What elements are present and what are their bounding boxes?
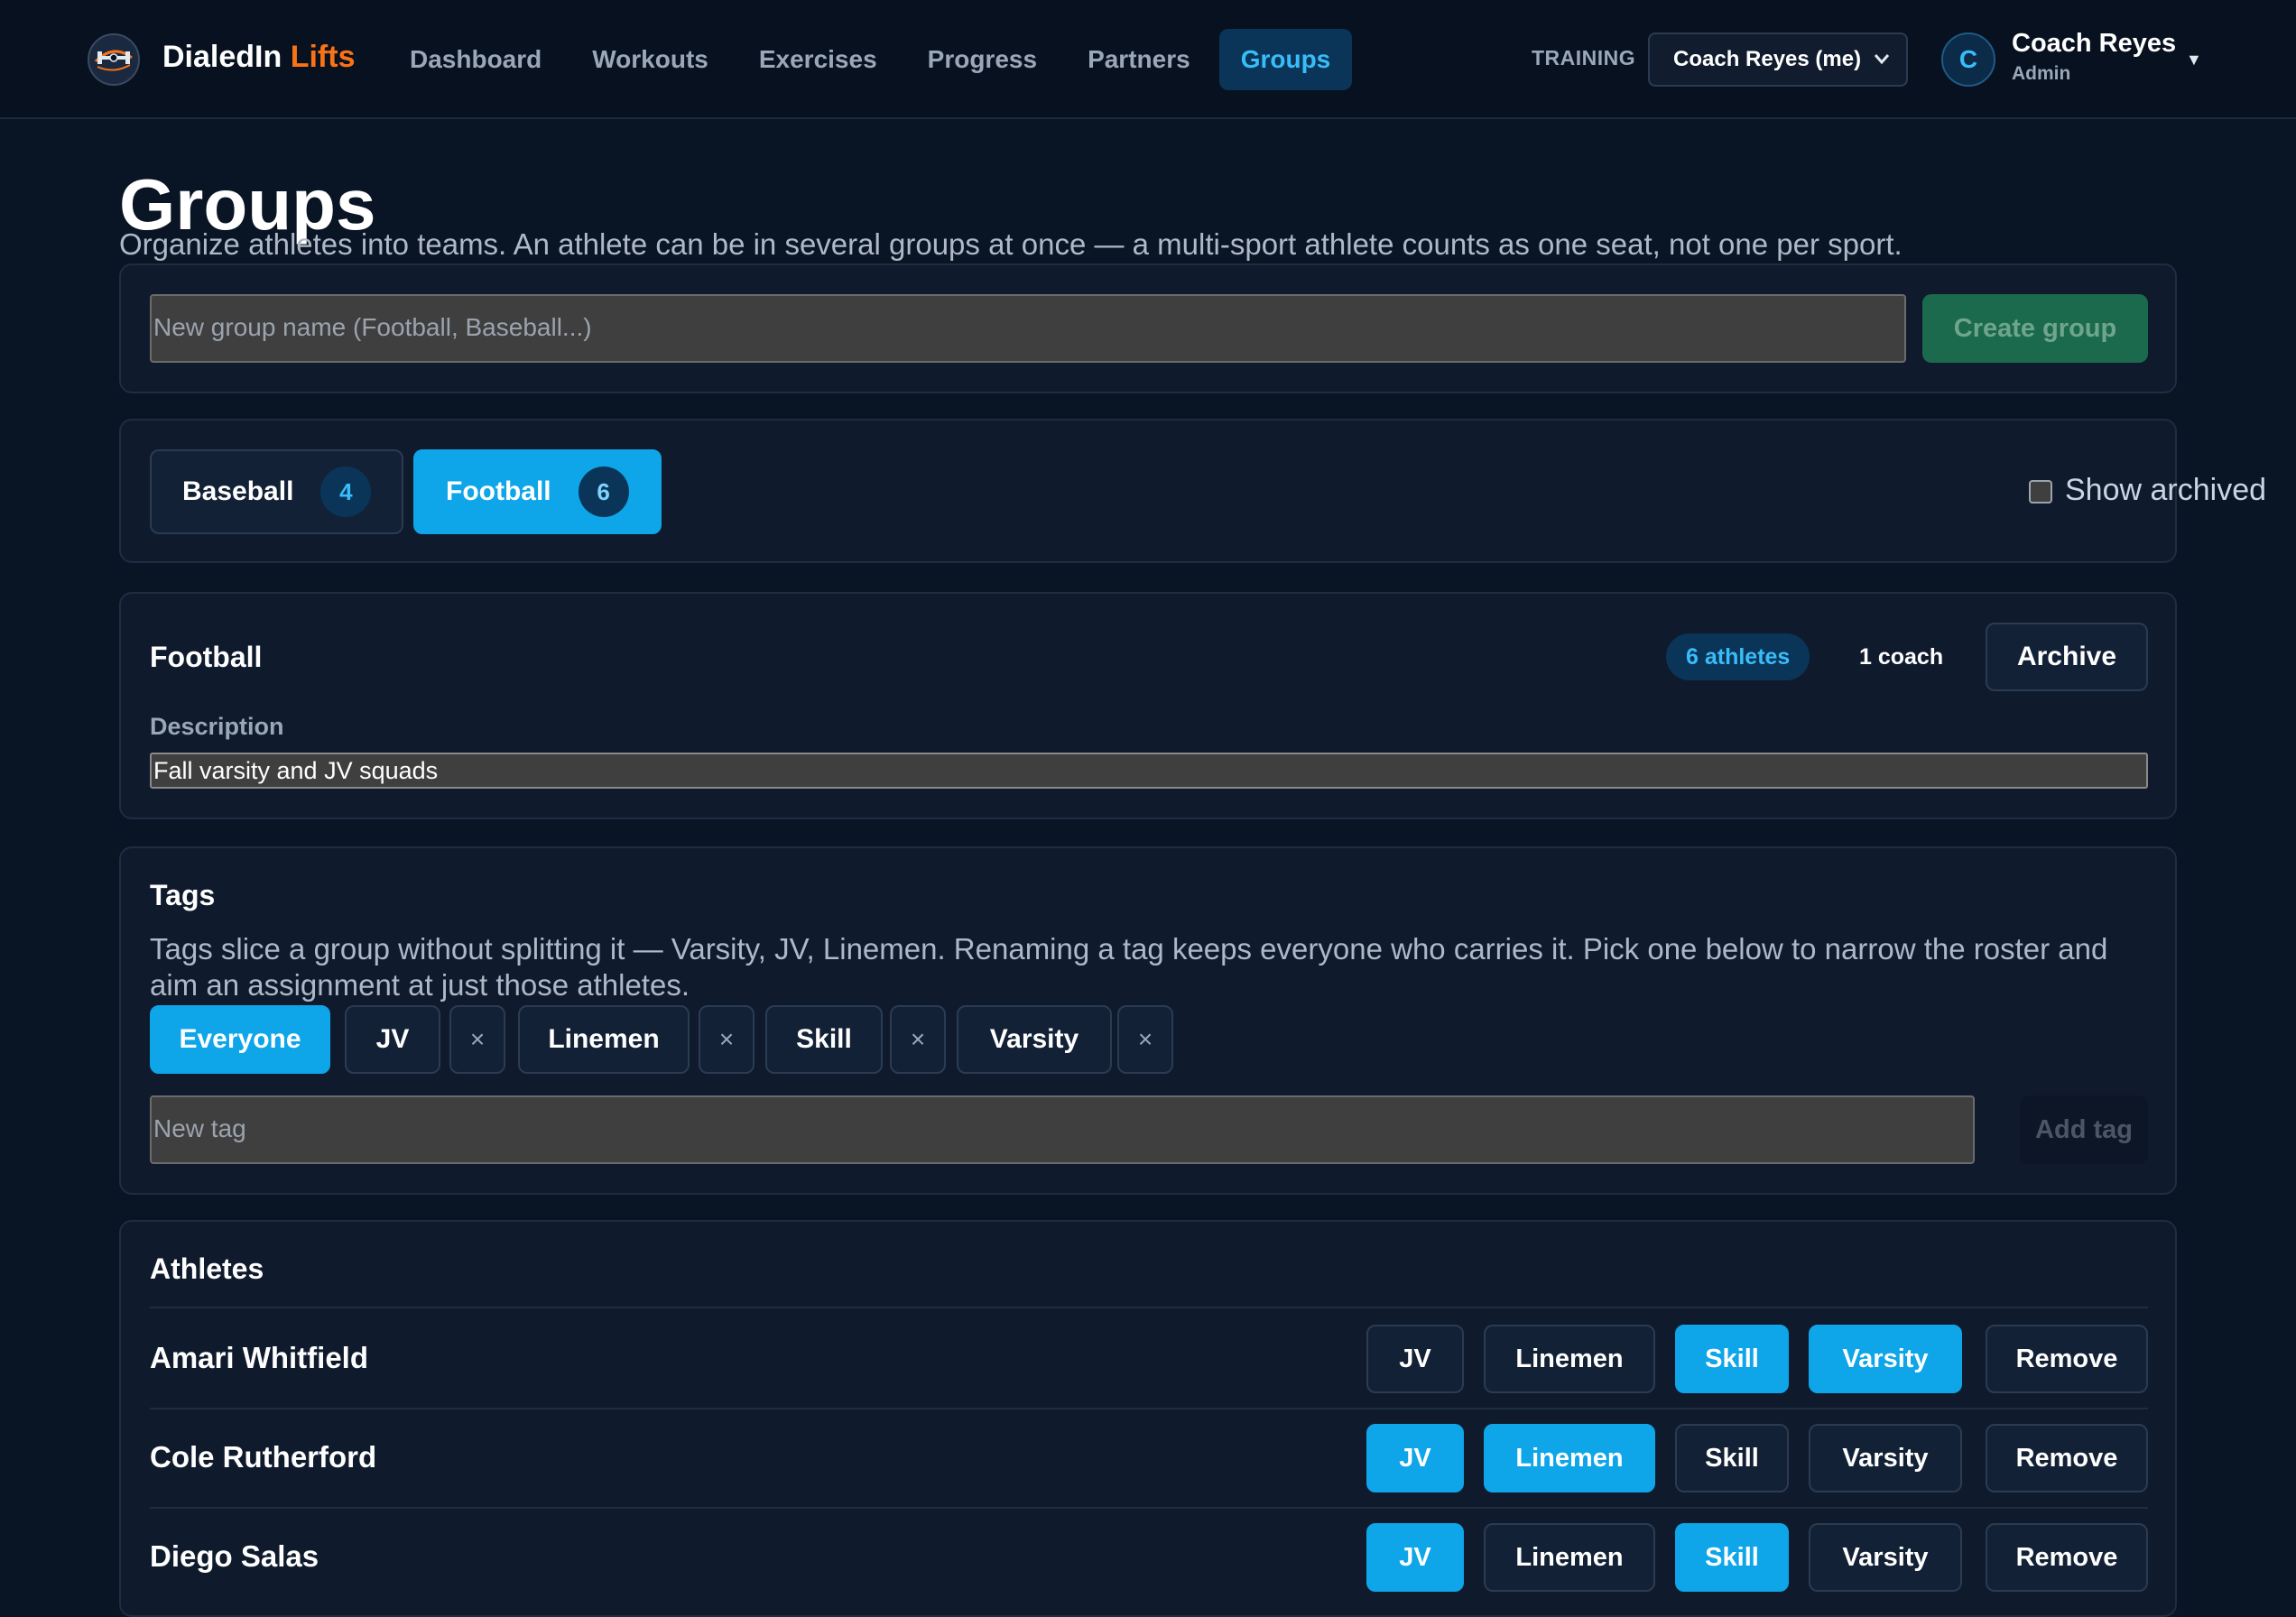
nav-dashboard[interactable]: Dashboard <box>388 29 563 90</box>
show-archived-checkbox[interactable] <box>2029 480 2052 504</box>
create-group-card: New group name (Football, Baseball...) C… <box>119 263 2177 393</box>
show-archived-label[interactable]: Show archived <box>2065 473 2266 508</box>
training-label: TRAINING <box>1532 46 1636 69</box>
athlete-tag-skill[interactable]: Skill <box>1675 1523 1789 1592</box>
brand-main: DialedIn <box>162 40 282 74</box>
remove-athlete-button[interactable]: Remove <box>1986 1424 2148 1492</box>
tag-filter-jv[interactable]: JV <box>345 1005 440 1074</box>
group-tab-label: Baseball <box>182 476 294 506</box>
chevron-down-icon <box>1872 34 1892 104</box>
group-tabs-card: Baseball 4 Football 6 Show archived <box>119 419 2266 563</box>
athlete-tag-varsity[interactable]: Varsity <box>1809 1325 1962 1393</box>
nav-exercises[interactable]: Exercises <box>737 29 899 90</box>
add-tag-button[interactable]: Add tag <box>2020 1095 2148 1164</box>
athlete-tag-linemen[interactable]: Linemen <box>1484 1523 1655 1592</box>
avatar[interactable]: C <box>1941 32 1995 87</box>
divider <box>150 1507 2148 1509</box>
brand-name[interactable]: DialedIn Lifts <box>162 40 355 75</box>
nav-workouts[interactable]: Workouts <box>570 29 730 90</box>
athlete-tag-jv[interactable]: JV <box>1366 1424 1464 1492</box>
training-select[interactable]: Coach Reyes (me) <box>1648 32 1908 87</box>
remove-athlete-button[interactable]: Remove <box>1986 1325 2148 1393</box>
group-tab-label: Football <box>446 476 551 506</box>
training-select-value: Coach Reyes (me) <box>1673 47 1862 71</box>
divider <box>150 1307 2148 1308</box>
athlete-tag-jv[interactable]: JV <box>1366 1325 1464 1393</box>
tag-filter-varsity[interactable]: Varsity <box>957 1005 1112 1074</box>
group-tab-football[interactable]: Football 6 <box>413 449 662 534</box>
tag-filter-everyone[interactable]: Everyone <box>150 1005 330 1074</box>
athlete-tag-linemen[interactable]: Linemen <box>1484 1424 1655 1492</box>
nav-groups[interactable]: Groups <box>1218 29 1353 90</box>
user-role: Admin <box>2012 63 2071 84</box>
nav-progress[interactable]: Progress <box>906 29 1059 90</box>
athletes-title: Athletes <box>150 1252 264 1285</box>
athlete-tag-varsity[interactable]: Varsity <box>1809 1424 1962 1492</box>
close-icon[interactable]: × <box>890 1005 946 1074</box>
description-input[interactable]: Fall varsity and JV squads <box>150 753 2148 789</box>
close-icon[interactable]: × <box>449 1005 505 1074</box>
dumbbell-globe-icon[interactable] <box>85 31 143 88</box>
tag-filter-linemen[interactable]: Linemen <box>518 1005 690 1074</box>
group-tab-baseball[interactable]: Baseball 4 <box>150 449 404 534</box>
page-subtitle: Organize athletes into teams. An athlete… <box>119 227 1903 261</box>
main-nav: Dashboard Workouts Exercises Progress Pa… <box>388 29 1359 90</box>
athlete-tag-jv[interactable]: JV <box>1366 1523 1464 1592</box>
nav-partners[interactable]: Partners <box>1066 29 1212 90</box>
close-icon[interactable]: × <box>1117 1005 1173 1074</box>
athlete-name: Diego Salas <box>150 1539 319 1573</box>
group-tab-count: 6 <box>578 467 629 517</box>
archive-button[interactable]: Archive <box>1986 623 2148 691</box>
tags-card: Tags Tags slice a group without splittin… <box>119 846 2177 1195</box>
group-detail-name: Football <box>150 641 263 673</box>
group-detail-card: Football 6 athletes 1 coach Archive Desc… <box>119 592 2177 819</box>
athlete-name: Cole Rutherford <box>150 1440 377 1474</box>
description-label: Description <box>150 713 284 740</box>
athlete-tag-varsity[interactable]: Varsity <box>1809 1523 1962 1592</box>
close-icon[interactable]: × <box>699 1005 755 1074</box>
user-name[interactable]: Coach Reyes <box>2012 29 2176 59</box>
create-group-button[interactable]: Create group <box>1922 294 2148 363</box>
remove-athlete-button[interactable]: Remove <box>1986 1523 2148 1592</box>
tags-help-text: Tags slice a group without splitting it … <box>150 932 2108 1002</box>
coach-count: 1 coach <box>1859 644 1944 670</box>
athlete-tag-linemen[interactable]: Linemen <box>1484 1325 1655 1393</box>
athlete-name: Amari Whitfield <box>150 1341 369 1374</box>
athlete-tag-skill[interactable]: Skill <box>1675 1424 1789 1492</box>
caret-down-icon[interactable]: ▼ <box>2186 51 2202 69</box>
brand-accent: Lifts <box>290 40 356 74</box>
athlete-tag-skill[interactable]: Skill <box>1675 1325 1789 1393</box>
group-tab-count: 4 <box>320 467 372 517</box>
new-group-input[interactable]: New group name (Football, Baseball...) <box>150 294 1906 363</box>
tags-title: Tags <box>150 879 216 911</box>
athletes-card: Athletes Amari Whitfield JV Linemen Skil… <box>119 1220 2177 1617</box>
new-tag-input[interactable]: New tag <box>150 1095 1975 1164</box>
top-bar: DialedIn Lifts Dashboard Workouts Exerci… <box>0 0 2296 119</box>
divider <box>150 1408 2148 1409</box>
athletes-count-badge: 6 athletes <box>1666 633 1810 680</box>
tag-filter-skill[interactable]: Skill <box>765 1005 883 1074</box>
